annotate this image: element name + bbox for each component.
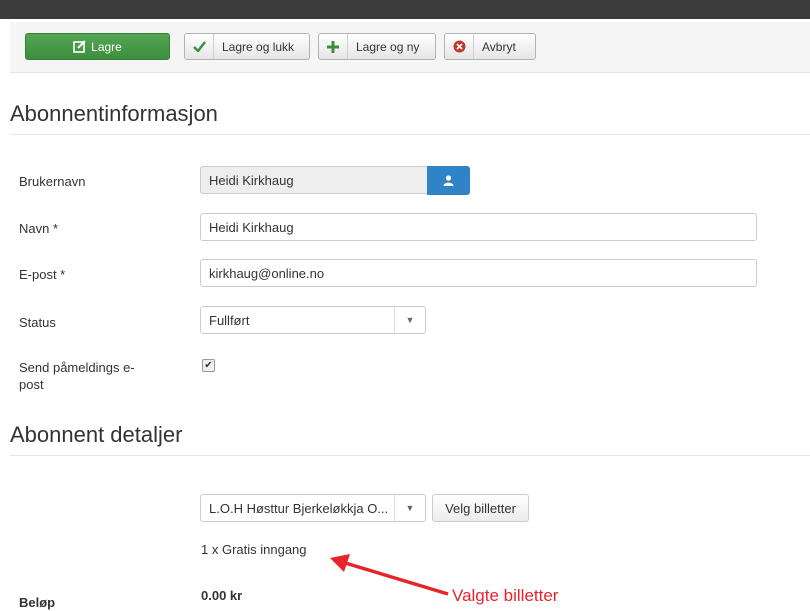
save-button-label: Lagre (91, 39, 122, 54)
status-select[interactable]: Fullført ▼ (200, 306, 426, 334)
username-field: Heidi Kirkhaug (200, 166, 428, 194)
section-title-details: Abonnent detaljer (10, 422, 183, 447)
send-email-label: Send påmeldings e- post (19, 359, 169, 393)
choose-tickets-label: Velg billetter (445, 500, 516, 516)
annotation-arrow (330, 554, 449, 596)
amount-value: 0.00 kr (201, 588, 243, 603)
section-title-info: Abonnentinformasjon (10, 101, 218, 126)
name-label: Navn * (19, 221, 59, 236)
username-label: Brukernavn (19, 174, 86, 189)
cancel-button[interactable]: Avbryt (444, 33, 536, 60)
event-select[interactable]: L.O.H Høsttur Bjerkeløkkja O... ▼ (200, 494, 426, 522)
email-value: kirkhaug@online.no (209, 265, 325, 281)
send-email-label-line2: post (19, 377, 44, 392)
checkmark-icon (185, 34, 214, 59)
save-and-close-button[interactable]: Lagre og lukk (184, 33, 310, 60)
toolbar: Lagre Lagre og lukk Lagre og ny Avbryt (10, 22, 810, 73)
cancel-circle-icon (445, 34, 474, 59)
user-icon (443, 175, 454, 186)
select-user-button[interactable] (427, 166, 470, 195)
username-value: Heidi Kirkhaug (209, 172, 294, 188)
email-label: E-post * (19, 267, 66, 282)
chevron-down-icon: ▼ (394, 307, 425, 333)
ticket-summary: 1 x Gratis inngang (201, 542, 307, 557)
cancel-label: Avbryt (482, 39, 516, 54)
save-and-new-label: Lagre og ny (356, 39, 420, 54)
annotation-label: Valgte billetter (452, 586, 559, 605)
section-divider (10, 134, 810, 135)
name-value: Heidi Kirkhaug (209, 219, 294, 235)
save-button[interactable]: Lagre (25, 33, 170, 60)
event-value: L.O.H Høsttur Bjerkeløkkja O... (209, 500, 389, 516)
email-input[interactable]: kirkhaug@online.no (200, 259, 757, 287)
save-and-new-button[interactable]: Lagre og ny (318, 33, 436, 60)
amount-label: Beløp (19, 595, 56, 610)
save-and-close-label: Lagre og lukk (222, 39, 295, 54)
send-email-checkbox[interactable]: ✔ (202, 359, 215, 372)
send-email-label-line1: Send påmeldings e- (19, 360, 135, 375)
chevron-down-icon: ▼ (394, 495, 425, 521)
status-label: Status (19, 315, 56, 330)
status-value: Fullført (209, 312, 250, 328)
section-divider (10, 455, 810, 456)
top-bar (0, 0, 810, 19)
plus-icon (319, 34, 348, 59)
choose-tickets-button[interactable]: Velg billetter (432, 494, 529, 522)
check-icon: ✔ (204, 360, 213, 371)
edit-icon (73, 34, 91, 59)
name-input[interactable]: Heidi Kirkhaug (200, 213, 757, 241)
